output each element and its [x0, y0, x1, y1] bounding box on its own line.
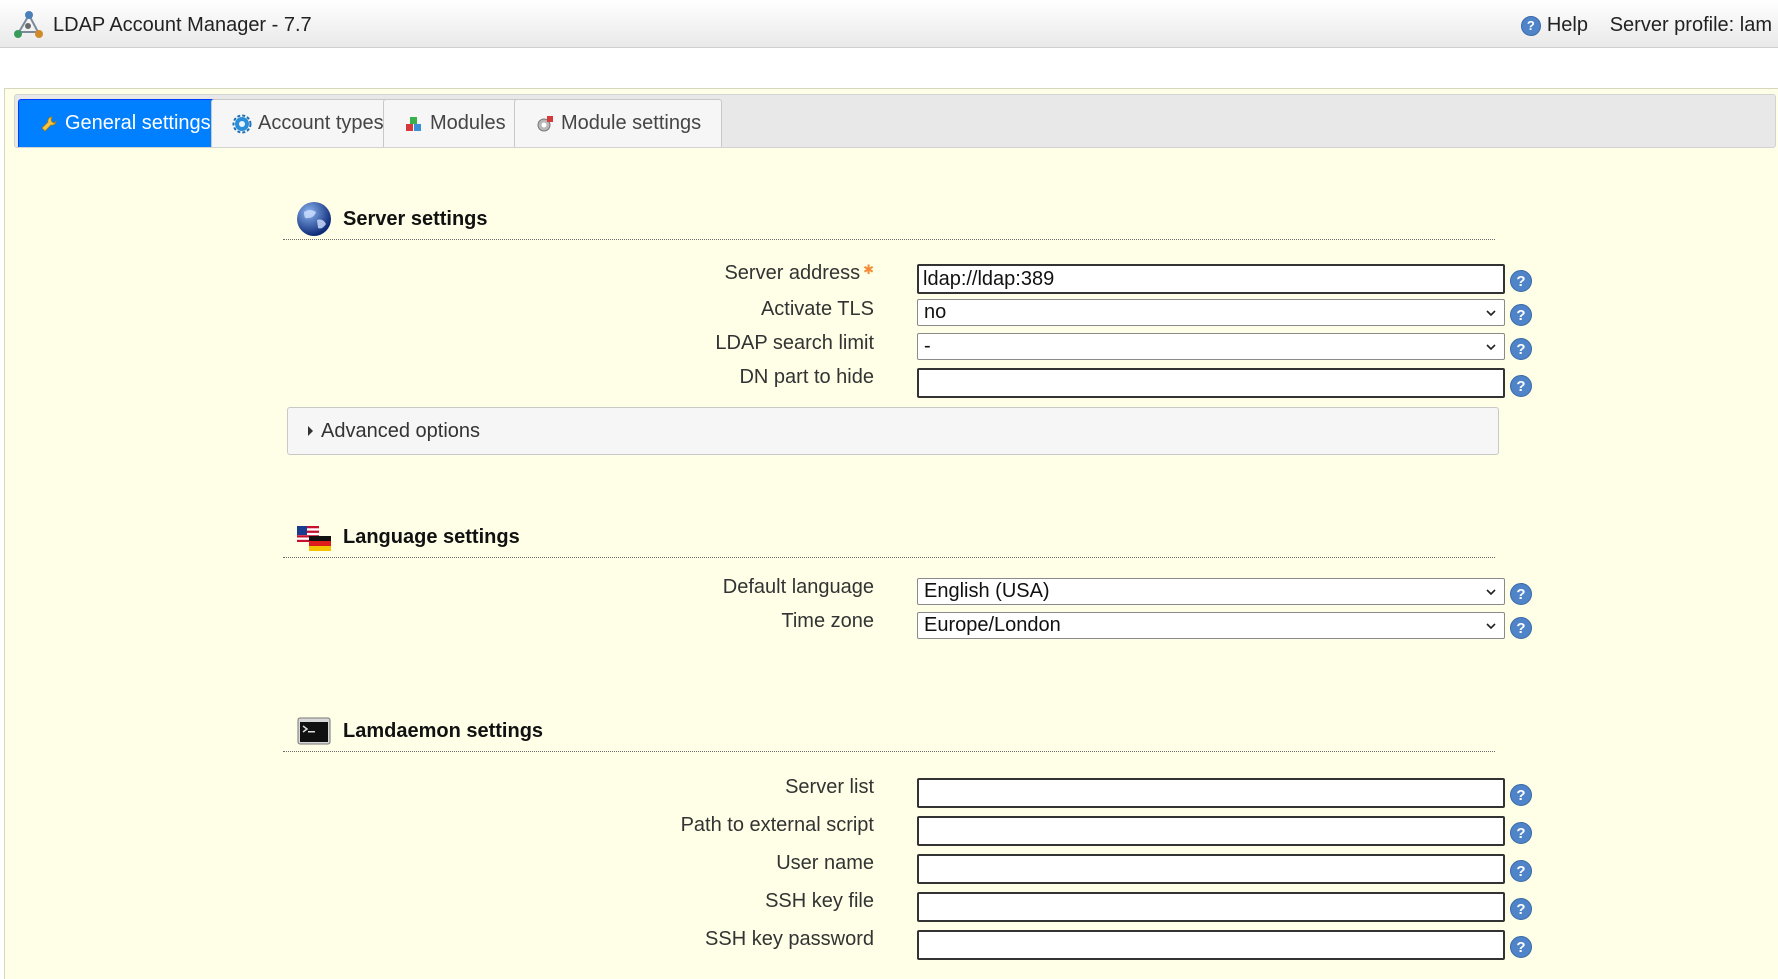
help-icon[interactable]: ?	[1510, 270, 1532, 292]
ssh-key-file-input[interactable]	[917, 892, 1505, 922]
server-address-label: Server address ✱	[724, 262, 874, 285]
help-icon[interactable]: ?	[1510, 304, 1532, 326]
tab-label: General settings	[65, 112, 211, 134]
server-list-input[interactable]	[917, 778, 1505, 808]
flags-icon	[297, 526, 331, 551]
select-value: Europe/London	[924, 614, 1061, 636]
terminal-icon	[297, 717, 331, 745]
triangle-right-icon	[308, 426, 313, 436]
time-zone-label: Time zone	[781, 610, 874, 632]
server-list-label: Server list	[785, 776, 874, 798]
help-label: Help	[1546, 14, 1588, 36]
tab-label: Module settings	[561, 112, 702, 134]
help-icon[interactable]: ?	[1510, 936, 1532, 958]
default-language-label: Default language	[722, 576, 874, 598]
ldap-search-limit-label: LDAP search limit	[715, 332, 874, 354]
tab-bar: General settings Account types Modules M…	[14, 94, 1776, 148]
wrench-icon	[41, 116, 57, 132]
ssh-key-password-input[interactable]	[917, 930, 1505, 960]
modules-icon	[406, 116, 421, 131]
help-icon[interactable]: ?	[1510, 860, 1532, 882]
chevron-down-icon	[1486, 623, 1496, 630]
tab-label: Account types	[258, 112, 384, 134]
required-marker-icon: ✱	[863, 262, 874, 277]
globe-icon	[297, 202, 331, 236]
default-language-select[interactable]: English (USA)	[917, 578, 1505, 605]
dn-part-to-hide-input[interactable]	[917, 368, 1505, 398]
help-icon[interactable]: ?	[1510, 898, 1532, 920]
ldap-logo-icon	[14, 11, 43, 38]
select-value: no	[924, 301, 947, 323]
user-name-input[interactable]	[917, 854, 1505, 884]
ssh-key-password-label: SSH key password	[705, 928, 874, 950]
help-icon[interactable]: ?	[1510, 583, 1532, 605]
tab-general-settings[interactable]: General settings	[18, 99, 232, 147]
advanced-options-toggle[interactable]: Advanced options	[287, 407, 1499, 455]
script-path-label: Path to external script	[680, 814, 874, 836]
time-zone-select[interactable]: Europe/London	[917, 612, 1505, 639]
activate-tls-label: Activate TLS	[760, 298, 874, 320]
chevron-down-icon	[1486, 344, 1496, 351]
activate-tls-select[interactable]: no	[917, 299, 1505, 326]
section-title: Server settings	[343, 208, 488, 230]
label-text: Server address	[724, 262, 861, 284]
app-header: LDAP Account Manager - 7.7 ? Help Server…	[0, 0, 1778, 48]
select-value: -	[924, 335, 931, 357]
server-profile-label: Server profile: lam	[1609, 14, 1772, 36]
app-title: LDAP Account Manager - 7.7	[53, 14, 312, 36]
ldap-search-limit-select[interactable]: -	[917, 333, 1505, 360]
ssh-key-file-label: SSH key file	[765, 890, 874, 912]
select-value: English (USA)	[924, 580, 1050, 602]
help-icon[interactable]: ?	[1510, 338, 1532, 360]
tab-module-settings[interactable]: Module settings	[514, 99, 723, 147]
module-settings-icon	[537, 115, 553, 131]
server-address-input[interactable]	[917, 264, 1505, 294]
section-title: Lamdaemon settings	[343, 720, 544, 742]
help-icon[interactable]: ?	[1510, 617, 1532, 639]
help-icon[interactable]: ?	[1510, 822, 1532, 844]
script-path-input[interactable]	[917, 816, 1505, 846]
language-settings-header: Language settings	[283, 514, 1495, 558]
section-title: Language settings	[343, 526, 520, 548]
dn-part-to-hide-label: DN part to hide	[739, 366, 874, 388]
lamdaemon-settings-header: Lamdaemon settings	[283, 708, 1495, 752]
chevron-down-icon	[1486, 589, 1496, 596]
chevron-down-icon	[1486, 310, 1496, 317]
help-icon: ?	[1520, 15, 1541, 36]
tab-modules[interactable]: Modules	[383, 99, 527, 147]
tab-label: Modules	[430, 112, 506, 134]
user-name-label: User name	[776, 852, 874, 874]
help-icon[interactable]: ?	[1510, 375, 1532, 397]
advanced-options-label: Advanced options	[321, 419, 481, 442]
help-icon[interactable]: ?	[1510, 784, 1532, 806]
help-link[interactable]: ? Help	[1520, 14, 1588, 37]
server-settings-header: Server settings	[283, 196, 1495, 240]
gear-icon	[232, 114, 252, 133]
tab-account-types[interactable]: Account types	[211, 99, 405, 147]
